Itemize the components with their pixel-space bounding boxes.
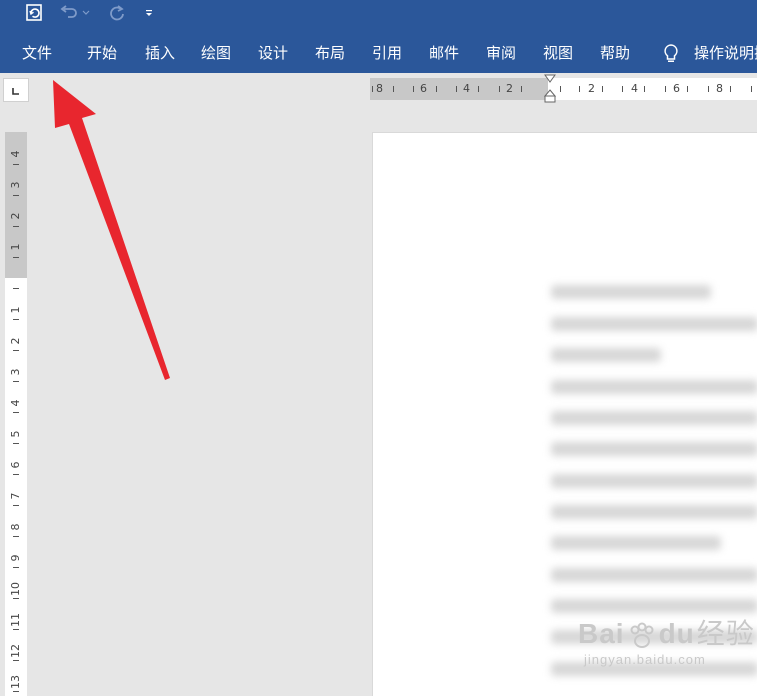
red-arrow-annotation <box>53 80 170 380</box>
watermark-url: jingyan.baidu.com <box>584 652 706 667</box>
watermark-suffix: 经验 <box>696 618 755 649</box>
watermark-brand: Bai <box>578 618 625 649</box>
baidu-watermark: Bai du经验 jingyan.baidu.com <box>578 612 755 667</box>
watermark-brand2: du <box>658 618 695 649</box>
